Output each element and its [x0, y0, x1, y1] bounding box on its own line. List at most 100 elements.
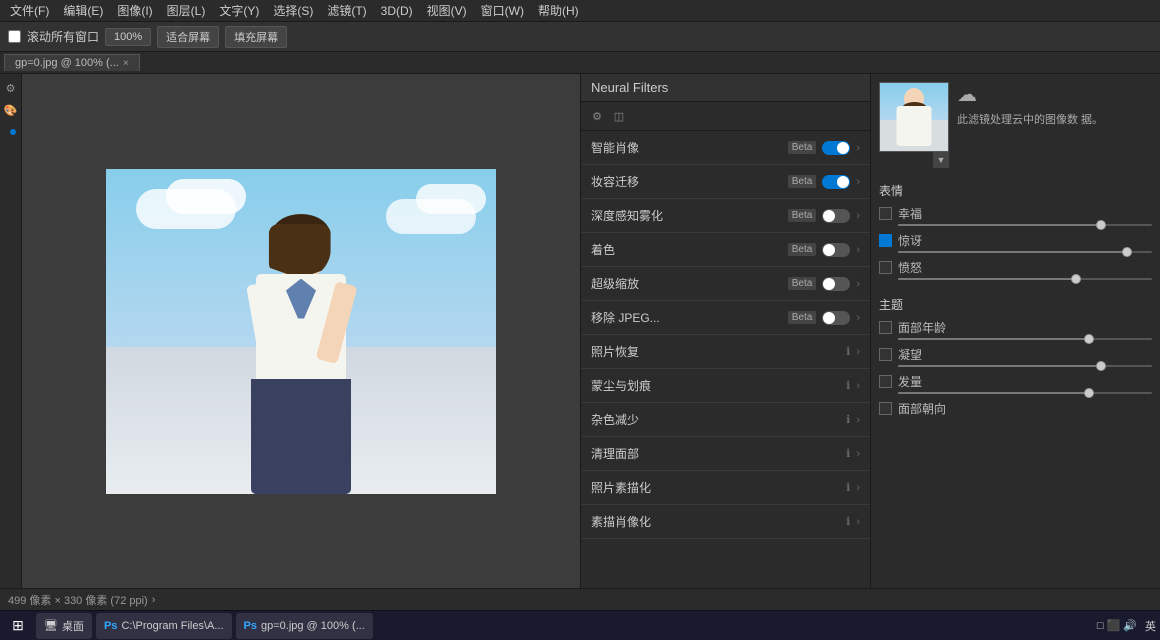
- gaze-slider[interactable]: [898, 365, 1152, 367]
- scroll-all-label: 滚动所有窗口: [27, 28, 99, 45]
- subject-section: 主题 面部年龄 凝望: [879, 292, 1152, 419]
- filter-name: 素描肖像化: [591, 513, 840, 530]
- zoom-value-btn[interactable]: 100%: [105, 28, 151, 46]
- filter-info-icon[interactable]: ℹ: [846, 515, 850, 528]
- filter-item[interactable]: 照片素描化 ℹ ›: [581, 471, 870, 505]
- filter-arrow-icon[interactable]: ›: [856, 380, 860, 392]
- filter-arrow-icon[interactable]: ›: [856, 142, 860, 154]
- preview-thumbnail: [879, 82, 949, 152]
- tray-icons: □ ⬛ 🔊: [1097, 619, 1137, 632]
- hair-slider-row: [879, 392, 1152, 394]
- toggle-switch[interactable]: [822, 311, 850, 325]
- toolbar: 滚动所有窗口 100% 适合屏幕 填充屏幕: [0, 22, 1160, 52]
- toggle-knob: [837, 176, 849, 188]
- menu-filter[interactable]: 滤镜(T): [321, 0, 372, 21]
- menu-file[interactable]: 文件(F): [4, 0, 55, 21]
- face-dir-checkbox[interactable]: [879, 402, 892, 415]
- filter-arrow-icon[interactable]: ›: [856, 210, 860, 222]
- menu-image[interactable]: 图像(I): [111, 0, 158, 21]
- toggle-switch[interactable]: [822, 175, 850, 189]
- anger-slider-row: [879, 278, 1152, 280]
- menu-layer[interactable]: 图层(L): [161, 0, 212, 21]
- filter-info-icon[interactable]: ℹ: [846, 413, 850, 426]
- expression-anger-row: 愤怒: [879, 259, 1152, 276]
- lang-indicator[interactable]: 英: [1145, 618, 1156, 634]
- toggle-switch[interactable]: [822, 243, 850, 257]
- filter-item[interactable]: 杂色减少ℹ›: [581, 403, 870, 437]
- filter-arrow-icon[interactable]: ›: [856, 346, 860, 358]
- layer-icon[interactable]: 🎨: [1, 100, 21, 120]
- filter-arrow-icon[interactable]: ›: [856, 414, 860, 426]
- filter-item[interactable]: 照片恢复ℹ›: [581, 335, 870, 369]
- expression-section: 表情 幸福 惊讶: [879, 178, 1152, 286]
- anger-checkbox[interactable]: [879, 261, 892, 274]
- filter-info-icon[interactable]: ℹ: [846, 345, 850, 358]
- menu-view[interactable]: 视图(V): [421, 0, 473, 21]
- panel-tools: ⚙ ◫: [581, 102, 870, 131]
- panel-settings-icon[interactable]: ⚙: [587, 106, 607, 126]
- surprise-checkbox[interactable]: [879, 234, 892, 247]
- taskbar-ps-app[interactable]: Ps C:\Program Files\A...: [96, 613, 232, 639]
- gaze-label: 凝望: [898, 346, 922, 363]
- filter-item[interactable]: 智能肖像Beta›: [581, 131, 870, 165]
- status-arrow[interactable]: ›: [152, 594, 156, 606]
- scroll-all-windows-checkbox[interactable]: [8, 30, 21, 43]
- taskbar-tab[interactable]: Ps gp=0.jpg @ 100% (...: [236, 613, 373, 639]
- surprise-slider[interactable]: [898, 251, 1152, 253]
- gaze-checkbox[interactable]: [879, 348, 892, 361]
- preview-dropdown-btn[interactable]: ▼: [933, 152, 949, 168]
- age-checkbox[interactable]: [879, 321, 892, 334]
- filter-name: 妆容迁移: [591, 173, 782, 190]
- menu-text[interactable]: 文字(Y): [213, 0, 265, 21]
- taskbar: ⊞ 🖥 桌面 Ps C:\Program Files\A... Ps gp=0.…: [0, 610, 1160, 640]
- filter-item[interactable]: 素描肖像化 ℹ ›: [581, 505, 870, 539]
- anger-slider[interactable]: [898, 278, 1152, 280]
- toggle-switch[interactable]: [822, 209, 850, 223]
- filter-item[interactable]: 着色Beta›: [581, 233, 870, 267]
- happiness-slider[interactable]: [898, 224, 1152, 226]
- filter-item[interactable]: 妆容迁移Beta›: [581, 165, 870, 199]
- panel-layers-icon[interactable]: ◫: [609, 106, 629, 126]
- filter-info-icon[interactable]: ℹ: [846, 481, 850, 494]
- filter-arrow-icon[interactable]: ›: [856, 312, 860, 324]
- start-button[interactable]: ⊞: [4, 612, 32, 640]
- happiness-checkbox[interactable]: [879, 207, 892, 220]
- happiness-label: 幸福: [898, 205, 922, 222]
- filter-item[interactable]: 超级缩放Beta›: [581, 267, 870, 301]
- filter-item[interactable]: 蒙尘与划痕ℹ›: [581, 369, 870, 403]
- filter-arrow-icon[interactable]: ›: [856, 244, 860, 256]
- filter-info-icon[interactable]: ℹ: [846, 447, 850, 460]
- filter-icon[interactable]: ⚙: [1, 78, 21, 98]
- age-slider[interactable]: [898, 338, 1152, 340]
- taskbar-desktop[interactable]: 🖥 桌面: [36, 613, 92, 639]
- fit-screen-btn[interactable]: 适合屏幕: [157, 26, 219, 48]
- hair-slider[interactable]: [898, 392, 1152, 394]
- filter-badge: Beta: [788, 277, 817, 290]
- tab-bar: gp=0.jpg @ 100% (... ×: [0, 52, 1160, 74]
- canvas-image: [106, 169, 496, 494]
- taskbar-system-tray: □ ⬛ 🔊 英: [1097, 618, 1156, 634]
- menu-select[interactable]: 选择(S): [267, 0, 319, 21]
- menu-3d[interactable]: 3D(D): [375, 2, 419, 20]
- gaze-slider-row: [879, 365, 1152, 367]
- filter-arrow-icon[interactable]: ›: [856, 176, 860, 188]
- menu-edit[interactable]: 编辑(E): [57, 0, 109, 21]
- filter-item[interactable]: 移除 JPEG...Beta›: [581, 301, 870, 335]
- toggle-switch[interactable]: [822, 141, 850, 155]
- age-slider-row: [879, 338, 1152, 340]
- filter-info-icon[interactable]: ℹ: [846, 379, 850, 392]
- filter-item[interactable]: 清理面部ℹ›: [581, 437, 870, 471]
- filter-arrow-icon[interactable]: ›: [856, 278, 860, 290]
- filter-name: 照片素描化: [591, 479, 840, 496]
- toggle-switch[interactable]: [822, 277, 850, 291]
- menu-window[interactable]: 窗口(W): [475, 0, 530, 21]
- fill-screen-btn[interactable]: 填充屏幕: [225, 26, 287, 48]
- filter-arrow-icon[interactable]: ›: [856, 448, 860, 460]
- filter-arrow-icon[interactable]: ›: [856, 482, 860, 494]
- menu-help[interactable]: 帮助(H): [532, 0, 585, 21]
- filter-arrow-icon[interactable]: ›: [856, 516, 860, 528]
- tab-close-btn[interactable]: ×: [123, 58, 129, 69]
- filter-item[interactable]: 深度感知雾化Beta›: [581, 199, 870, 233]
- hair-checkbox[interactable]: [879, 375, 892, 388]
- tab-main[interactable]: gp=0.jpg @ 100% (... ×: [4, 54, 140, 71]
